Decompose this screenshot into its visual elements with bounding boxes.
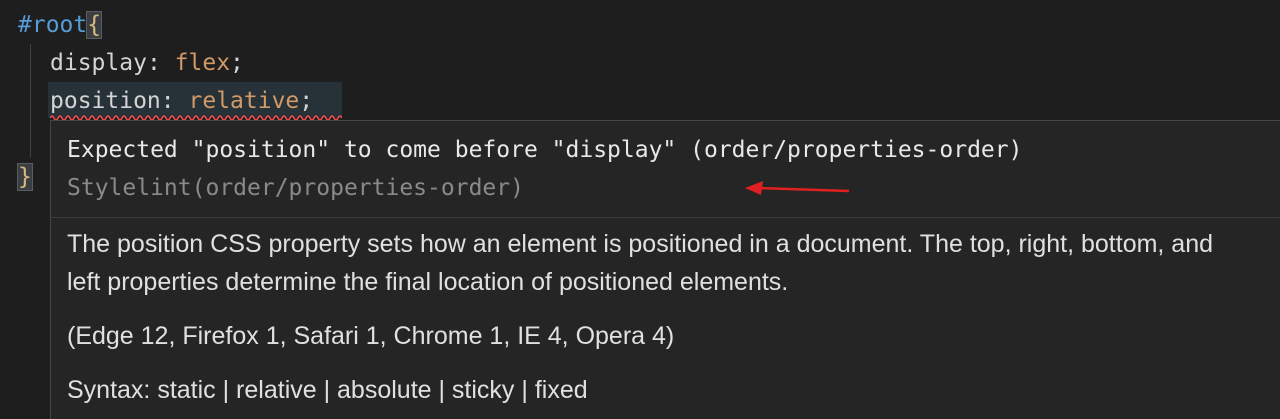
css-selector: #root <box>18 12 88 38</box>
colon: : <box>146 50 161 76</box>
css-value: relative <box>188 88 300 114</box>
semicolon: ; <box>230 50 244 76</box>
css-property: display <box>50 50 147 76</box>
browser-compat: (Edge 12, Firefox 1, Safari 1, Chrome 1,… <box>67 322 675 350</box>
diagnostic-section: Expected "position" to come before "disp… <box>51 121 1280 218</box>
code-editor[interactable]: #root{ display: flex; position: relative… <box>0 0 1280 419</box>
close-brace: } <box>17 163 33 191</box>
diagnostic-message: Expected "position" to come before "disp… <box>67 137 1023 163</box>
hover-tooltip[interactable]: Expected "position" to come before "disp… <box>50 120 1280 419</box>
colon: : <box>160 88 175 114</box>
diagnostic-source: Stylelint(order/properties-order) <box>67 175 524 201</box>
code-line-2[interactable]: display: flex; <box>50 44 244 82</box>
semicolon: ; <box>299 88 314 114</box>
documentation-section: The position CSS property sets how an el… <box>67 225 1247 409</box>
annotation-arrow-icon <box>745 181 850 195</box>
code-line-5[interactable]: } <box>17 158 33 196</box>
diagnostic-text: Expected "position" to come before "disp… <box>67 131 1247 207</box>
code-line-1[interactable]: #root{ <box>18 6 103 44</box>
property-description: The position CSS property sets how an el… <box>67 230 1214 296</box>
css-property: position <box>50 88 161 114</box>
indent-guide <box>30 44 31 158</box>
css-value: flex <box>174 50 231 76</box>
open-brace: { <box>86 11 103 39</box>
property-syntax: Syntax: static | relative | absolute | s… <box>67 376 588 404</box>
